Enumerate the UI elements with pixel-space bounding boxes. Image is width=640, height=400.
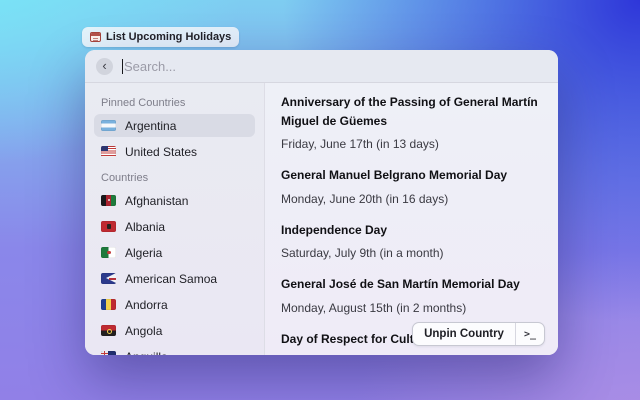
- holiday-date: Monday, June 20th (in 16 days): [281, 192, 540, 206]
- sidebar-section-label: Countries: [94, 166, 255, 189]
- calendar-icon: [90, 32, 101, 42]
- sidebar-item-anguilla[interactable]: Anguilla: [94, 345, 255, 355]
- holidays-window: ‹ Search... Pinned Countries Argentina Uni…: [85, 50, 558, 355]
- holiday-date: Friday, June 17th (in 13 days): [281, 137, 540, 151]
- algeria-flag-icon: [101, 247, 116, 258]
- terminal-prompt-icon[interactable]: >_: [515, 323, 544, 345]
- sidebar-item-andorra[interactable]: Andorra: [94, 293, 255, 316]
- holiday-item: Independence Day Saturday, July 9th (in a…: [281, 221, 540, 261]
- angola-flag-icon: [101, 325, 116, 336]
- holiday-date: Monday, August 15th (in 2 months): [281, 301, 540, 315]
- country-name: Argentina: [125, 119, 176, 133]
- country-name: Albania: [125, 220, 165, 234]
- country-name: American Samoa: [125, 272, 217, 286]
- launcher-tag[interactable]: List Upcoming Holidays: [82, 27, 239, 47]
- anguilla-flag-icon: [101, 351, 116, 355]
- unpin-country-button[interactable]: Unpin Country >_: [412, 322, 545, 346]
- holiday-list: Anniversary of the Passing of General Ma…: [281, 93, 540, 355]
- united-states-flag-icon: [101, 146, 116, 157]
- argentina-flag-icon: [101, 120, 116, 131]
- chevron-left-icon: ‹: [102, 59, 106, 72]
- country-name: Afghanistan: [125, 194, 188, 208]
- country-name: Andorra: [125, 298, 168, 312]
- holiday-title: Anniversary of the Passing of General Ma…: [281, 93, 540, 130]
- andorra-flag-icon: [101, 299, 116, 310]
- holiday-title: Independence Day: [281, 221, 540, 240]
- search-input[interactable]: Search...: [122, 59, 547, 74]
- afghanistan-flag-icon: [101, 195, 116, 206]
- holiday-item: Anniversary of the Passing of General Ma…: [281, 93, 540, 151]
- country-name: Algeria: [125, 246, 162, 260]
- holiday-item: General Manuel Belgrano Memorial Day Mond…: [281, 166, 540, 206]
- american-samoa-flag-icon: [101, 273, 116, 284]
- sidebar-section-label: Pinned Countries: [94, 91, 255, 114]
- country-name: Angola: [125, 324, 162, 338]
- detail-pane: Anniversary of the Passing of General Ma…: [265, 83, 558, 355]
- sidebar-item-angola[interactable]: Angola: [94, 319, 255, 342]
- window-content: Pinned Countries Argentina United States Co…: [85, 83, 558, 355]
- launcher-tag-label: List Upcoming Holidays: [106, 31, 231, 43]
- holiday-item: General José de San Martín Memorial Day M…: [281, 275, 540, 315]
- text-caret: [122, 59, 123, 74]
- holiday-title: General José de San Martín Memorial Day: [281, 275, 540, 294]
- holiday-date: Saturday, July 9th (in a month): [281, 246, 540, 260]
- search-placeholder: Search...: [124, 59, 176, 74]
- unpin-country-label: Unpin Country: [413, 323, 515, 345]
- country-name: Anguilla: [125, 350, 168, 356]
- country-name: United States: [125, 145, 197, 159]
- sidebar-item-argentina[interactable]: Argentina: [94, 114, 255, 137]
- search-bar: ‹ Search...: [85, 50, 558, 83]
- sidebar-item-afghanistan[interactable]: Afghanistan: [94, 189, 255, 212]
- albania-flag-icon: [101, 221, 116, 232]
- sidebar-item-united-states[interactable]: United States: [94, 140, 255, 163]
- holiday-title: General Manuel Belgrano Memorial Day: [281, 166, 540, 185]
- sidebar-list: Pinned Countries Argentina United States Co…: [85, 83, 265, 355]
- sidebar-item-algeria[interactable]: Algeria: [94, 241, 255, 264]
- sidebar-item-albania[interactable]: Albania: [94, 215, 255, 238]
- sidebar-item-american-samoa[interactable]: American Samoa: [94, 267, 255, 290]
- back-button[interactable]: ‹: [96, 58, 113, 75]
